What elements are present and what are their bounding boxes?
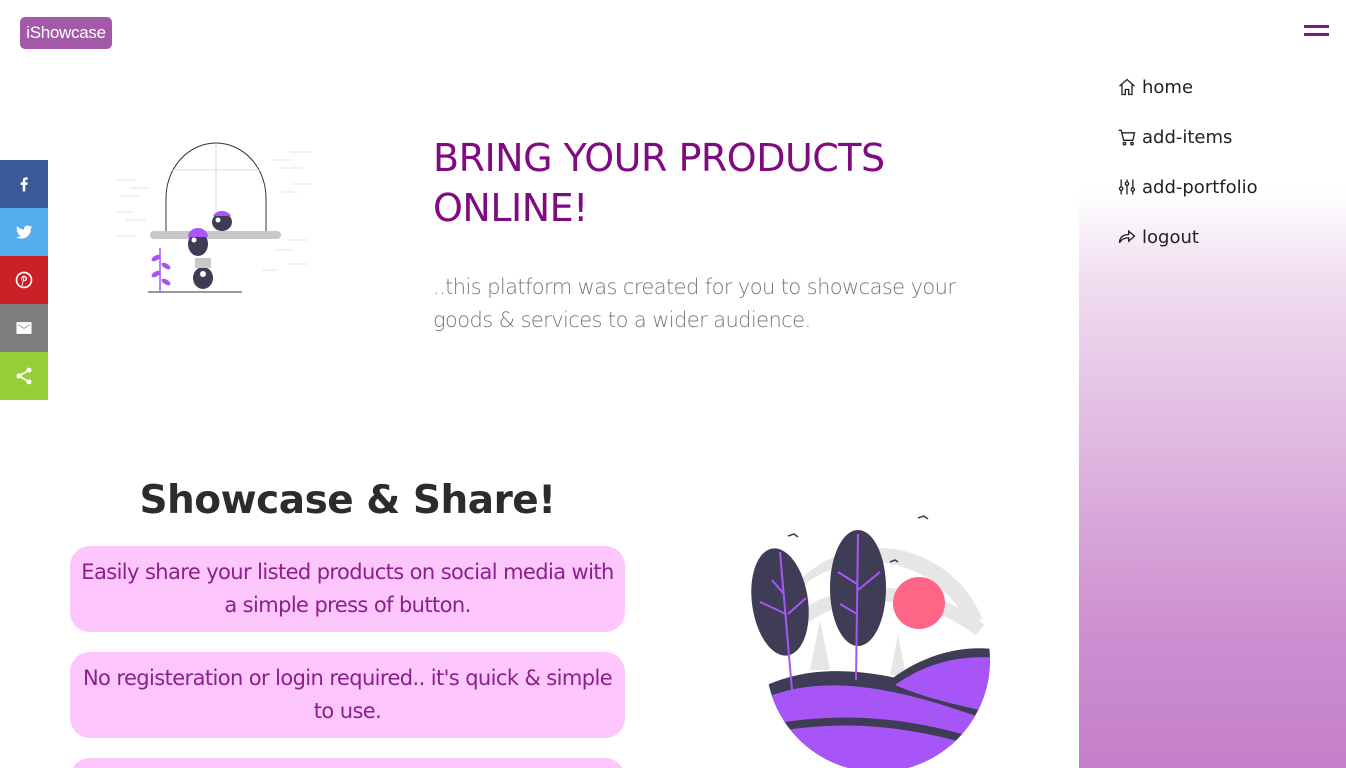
landscape-illustration <box>751 515 990 768</box>
share-arrow-icon <box>1118 229 1136 244</box>
twitter-share-button[interactable] <box>0 208 48 256</box>
section-title: Showcase & Share! <box>139 478 556 523</box>
cart-icon <box>1118 129 1136 146</box>
generic-share-button[interactable] <box>0 352 48 400</box>
pinterest-icon <box>15 271 33 289</box>
sidebar-item-add-portfolio[interactable]: add-portfolio <box>1117 174 1258 200</box>
feature-card <box>70 758 625 768</box>
sidebar-item-label: add-portfolio <box>1142 176 1258 198</box>
feature-card: No registeration or login required.. it'… <box>70 652 625 738</box>
sidebar-item-label: logout <box>1142 226 1199 248</box>
facebook-share-button[interactable] <box>0 160 48 208</box>
sidebar-item-home[interactable]: home <box>1117 74 1193 100</box>
facebook-icon <box>20 177 28 192</box>
social-share-bar <box>0 160 48 400</box>
feature-card: Easily share your listed products on soc… <box>70 546 625 632</box>
sidebar-item-add-items[interactable]: add-items <box>1117 124 1232 150</box>
window-characters-illustration <box>116 142 312 293</box>
sidebar-item-logout[interactable]: logout <box>1117 224 1199 250</box>
pinterest-share-button[interactable] <box>0 256 48 304</box>
twitter-icon <box>15 225 33 239</box>
sidebar-item-label: home <box>1142 76 1194 98</box>
sliders-icon <box>1118 179 1136 195</box>
share-icon <box>16 367 32 385</box>
brand-logo[interactable]: iShowcase <box>20 17 112 49</box>
email-share-button[interactable] <box>0 304 48 352</box>
hamburger-icon[interactable] <box>1304 25 1329 39</box>
sidebar-nav: home add-items add-portfolio logout <box>1079 62 1346 768</box>
sidebar-item-label: add-items <box>1142 126 1233 148</box>
home-icon <box>1119 78 1135 96</box>
hero-subtitle: ..this platform was created for you to s… <box>433 275 956 332</box>
hero-title: BRING YOUR PRODUCTS ONLINE! <box>433 136 885 230</box>
email-icon <box>16 322 32 334</box>
